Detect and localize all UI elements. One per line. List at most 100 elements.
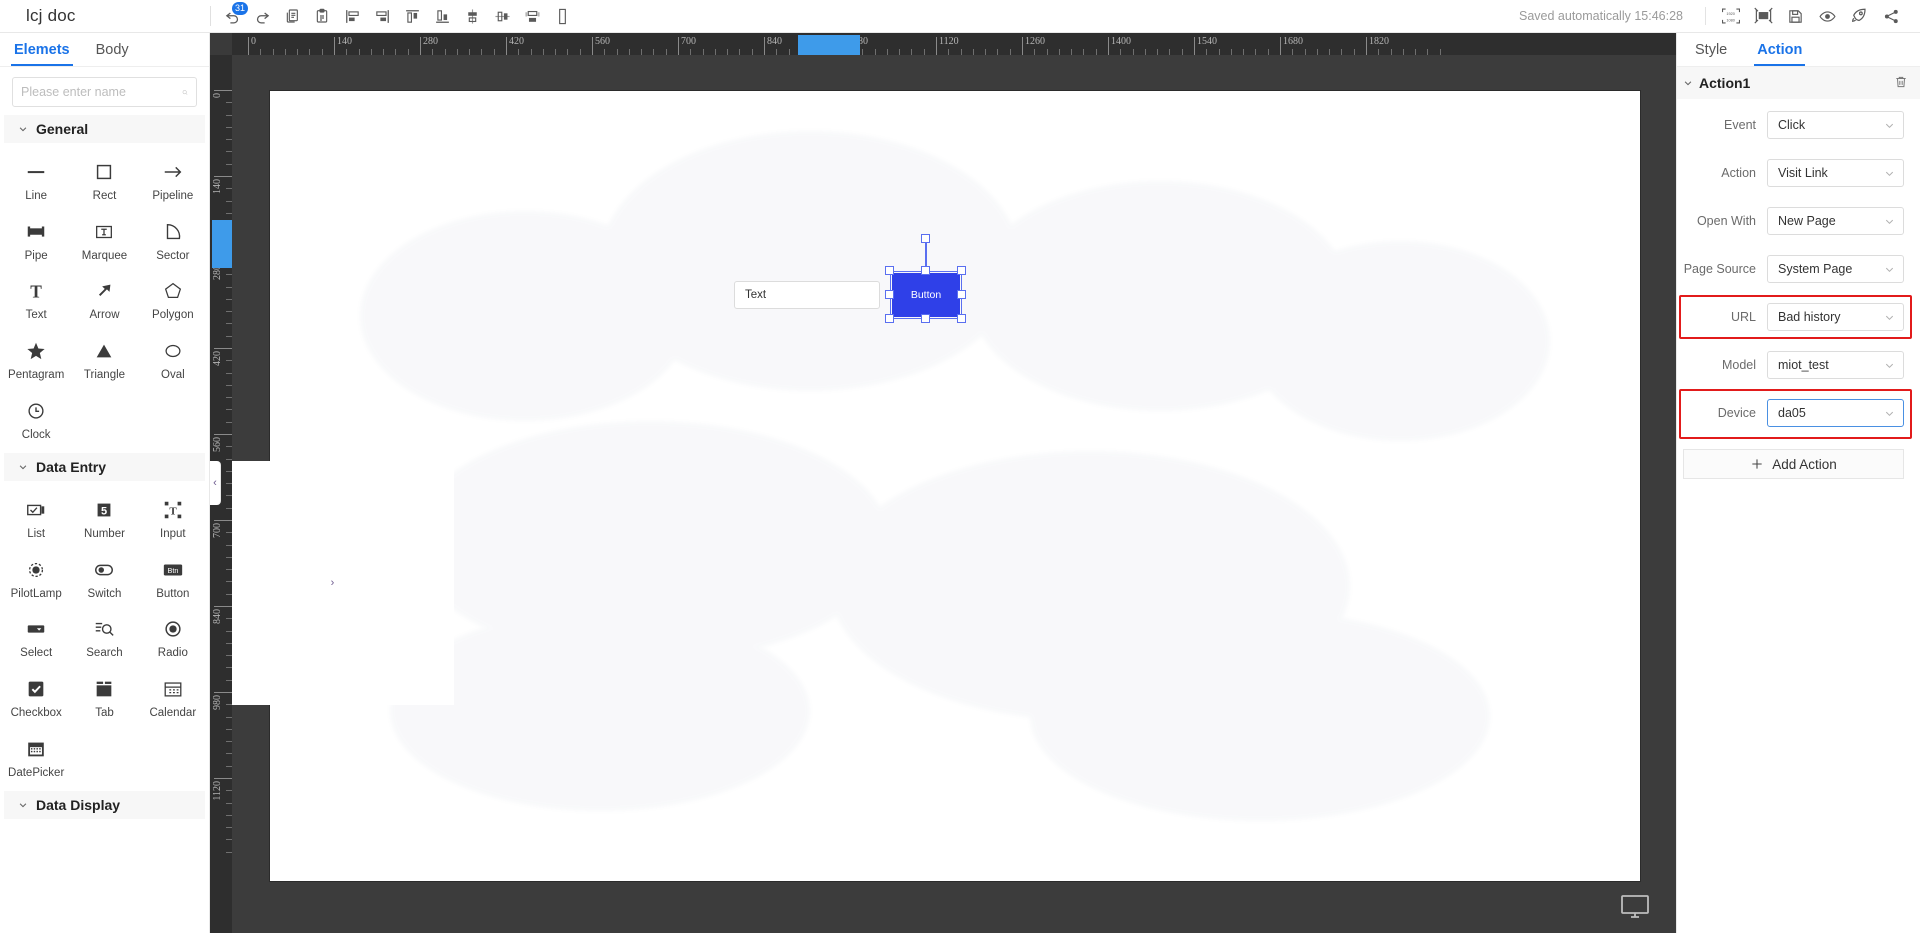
- search-box[interactable]: [12, 77, 197, 107]
- palette-item-rect[interactable]: Rect: [70, 155, 138, 211]
- section-header-general[interactable]: General: [4, 115, 205, 143]
- palette-item-datepicker[interactable]: DatePicker: [2, 732, 70, 788]
- search-input[interactable]: [21, 85, 182, 99]
- resize-handle-ne[interactable]: [957, 266, 966, 275]
- action-group-header[interactable]: Action1: [1677, 67, 1920, 99]
- design-page[interactable]: Text Button: [270, 91, 1640, 881]
- polygon-icon: [162, 280, 184, 302]
- palette-item-radio[interactable]: Radio: [139, 612, 207, 668]
- ruler-minor-tick: [923, 49, 925, 55]
- palette-item-button[interactable]: Btn Button: [139, 553, 207, 609]
- section-header-data-entry[interactable]: Data Entry: [4, 453, 205, 482]
- device-select[interactable]: da05: [1767, 399, 1904, 427]
- add-action-button[interactable]: Add Action: [1683, 449, 1904, 479]
- canvas-size-icon[interactable]: 1920 1080: [1716, 1, 1746, 31]
- action-title: Action1: [1699, 75, 1751, 91]
- align-center-vertical-icon[interactable]: [457, 1, 487, 31]
- undo-icon[interactable]: 31: [217, 1, 249, 31]
- page-source-select[interactable]: System Page: [1767, 255, 1904, 283]
- palette-item-number[interactable]: 5 Number: [70, 493, 138, 549]
- checkbox-icon: [25, 678, 47, 700]
- palette-item-pentagram[interactable]: Pentagram: [2, 334, 70, 390]
- palette-item-pipe[interactable]: Pipe: [2, 215, 70, 271]
- event-select[interactable]: Click: [1767, 111, 1904, 139]
- palette-item-triangle[interactable]: Triangle: [70, 334, 138, 390]
- monitor-icon[interactable]: [1620, 894, 1650, 923]
- ruler-label: 140: [337, 36, 352, 47]
- palette-item-text[interactable]: T Text: [2, 274, 70, 330]
- palette-item-sector[interactable]: Sector: [139, 215, 207, 271]
- triangle-icon: [93, 340, 115, 362]
- palette-item-oval[interactable]: Oval: [139, 334, 207, 390]
- resize-handle-e[interactable]: [957, 290, 966, 299]
- align-right-icon[interactable]: [367, 1, 397, 31]
- share-icon[interactable]: [1876, 1, 1906, 31]
- resize-handle-nw[interactable]: [885, 266, 894, 275]
- palette-grid-data-entry: List 5 Number T Input PilotLamp Switch B…: [0, 481, 209, 791]
- preview-icon[interactable]: [1812, 1, 1842, 31]
- tab-elements[interactable]: Elemets: [11, 33, 73, 66]
- publish-icon[interactable]: [1844, 1, 1874, 31]
- trash-icon[interactable]: [1894, 75, 1908, 92]
- palette-item-input[interactable]: T Input: [139, 493, 207, 549]
- ruler-minor-tick: [383, 49, 385, 55]
- collapse-left-panel-button[interactable]: ‹: [210, 461, 221, 505]
- ruler-minor-tick: [358, 49, 360, 55]
- palette-item-clock[interactable]: Clock: [2, 394, 70, 450]
- resize-handle-s[interactable]: [921, 314, 930, 323]
- redo-icon[interactable]: [247, 1, 277, 31]
- palette-item-checkbox[interactable]: Checkbox: [2, 672, 70, 728]
- distribute-vertical-icon[interactable]: [547, 1, 577, 31]
- rotate-handle[interactable]: [921, 234, 930, 243]
- palette-item-pipeline[interactable]: Pipeline: [139, 155, 207, 211]
- palette-item-arrow[interactable]: Arrow: [70, 274, 138, 330]
- tab-body[interactable]: Body: [96, 33, 129, 66]
- ruler-major-tick: [214, 606, 232, 607]
- toolbar-actions: 31: [211, 1, 577, 31]
- open-with-select[interactable]: New Page: [1767, 207, 1904, 235]
- field-label-page-source: Page Source: [1683, 262, 1756, 276]
- palette-item-line[interactable]: Line: [2, 155, 70, 211]
- ruler-minor-tick: [1132, 49, 1134, 55]
- url-select[interactable]: Bad history: [1767, 303, 1904, 331]
- section-header-data-display[interactable]: Data Display: [4, 791, 205, 820]
- save-icon[interactable]: [1780, 1, 1810, 31]
- palette-label: Triangle: [83, 368, 126, 381]
- align-top-icon[interactable]: [397, 1, 427, 31]
- plus-icon: [1752, 459, 1762, 469]
- palette-item-switch[interactable]: Switch: [70, 553, 138, 609]
- collapse-right-panel-button[interactable]: ›: [210, 461, 454, 705]
- palette-item-select[interactable]: Select: [2, 612, 70, 668]
- copy-icon[interactable]: [277, 1, 307, 31]
- palette-item-pilotlamp[interactable]: PilotLamp: [2, 553, 70, 609]
- svg-text:5: 5: [101, 506, 107, 518]
- model-select[interactable]: miot_test: [1767, 351, 1904, 379]
- ruler-minor-tick: [1243, 49, 1245, 55]
- horizontal-ruler[interactable]: 0 140 280 420 560 700 840 980 1120 1260 1400 1540 16…: [210, 33, 1676, 55]
- resize-handle-w[interactable]: [885, 290, 894, 299]
- palette-item-search[interactable]: Search: [70, 612, 138, 668]
- resize-handle-sw[interactable]: [885, 314, 894, 323]
- fit-screen-icon[interactable]: [1748, 1, 1778, 31]
- tab-action[interactable]: Action: [1754, 33, 1806, 66]
- palette-item-tab[interactable]: Tab: [70, 672, 138, 728]
- distribute-horizontal-icon[interactable]: [517, 1, 547, 31]
- canvas-text-input[interactable]: Text: [734, 281, 880, 309]
- tab-style[interactable]: Style: [1695, 33, 1727, 66]
- ruler-major-tick: [764, 37, 765, 55]
- resize-handle-n[interactable]: [921, 266, 930, 275]
- paste-icon[interactable]: [307, 1, 337, 31]
- align-left-icon[interactable]: [337, 1, 367, 31]
- align-bottom-icon[interactable]: [427, 1, 457, 31]
- resize-handle-se[interactable]: [957, 314, 966, 323]
- ruler-major-tick: [1280, 37, 1281, 55]
- document-title[interactable]: lcj doc: [0, 6, 210, 26]
- action-select[interactable]: Visit Link: [1767, 159, 1904, 187]
- palette-item-calendar[interactable]: Calendar: [139, 672, 207, 728]
- ruler-minor-tick: [727, 49, 729, 55]
- ruler-minor-tick: [226, 311, 232, 313]
- palette-item-polygon[interactable]: Polygon: [139, 274, 207, 330]
- align-center-horizontal-icon[interactable]: [487, 1, 517, 31]
- palette-item-list[interactable]: List: [2, 493, 70, 549]
- palette-item-marquee[interactable]: Marquee: [70, 215, 138, 271]
